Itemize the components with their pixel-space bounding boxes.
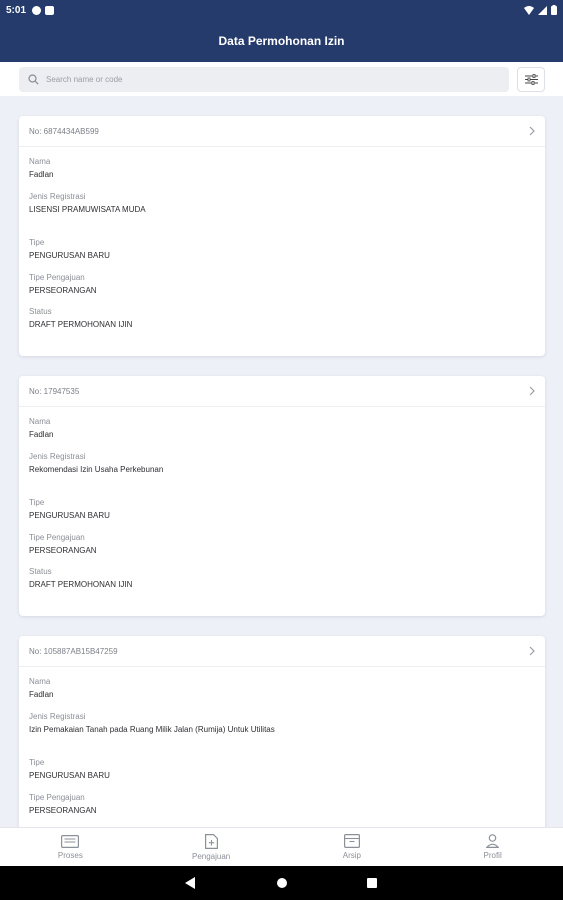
field-value: PERSEORANGAN xyxy=(29,286,97,295)
field-value: LISENSI PRAMUWISATA MUDA xyxy=(29,205,146,214)
search-input[interactable] xyxy=(46,75,466,84)
nav-item-arsip[interactable]: Arsip xyxy=(282,828,423,866)
app-notification-icon xyxy=(32,5,42,15)
card-header[interactable]: No: 17947535 xyxy=(19,376,545,407)
field-jenis-registrasi: Jenis Registrasi Izin Pemakaian Tanah pa… xyxy=(29,712,275,735)
nav-item-pengajuan[interactable]: Pengajuan xyxy=(141,828,282,866)
permit-card[interactable]: No: 17947535 Nama Fadlan Jenis Registras… xyxy=(19,376,545,616)
nav-label: Proses xyxy=(57,850,83,860)
system-nav-bar xyxy=(0,866,563,900)
field-label: Tipe xyxy=(29,498,45,507)
field-value: DRAFT PERMOHONAN IJIN xyxy=(29,580,133,589)
status-bar: 5:01 xyxy=(0,0,563,20)
battery-icon xyxy=(551,5,557,15)
field-value: PERSEORANGAN xyxy=(29,806,97,815)
field-value: PENGURUSAN BARU xyxy=(29,251,110,260)
field-status: Status DRAFT PERMOHONAN IJIN xyxy=(29,307,132,330)
field-label: Status xyxy=(29,307,52,316)
status-time: 5:01 xyxy=(6,4,27,16)
field-tipe: Tipe PENGURUSAN BARU xyxy=(29,238,110,261)
nav-label: Arsip xyxy=(342,851,361,860)
back-icon[interactable] xyxy=(185,877,195,889)
field-label: Nama xyxy=(29,677,51,686)
field-value: DRAFT PERMOHONAN IJIN xyxy=(29,320,133,329)
recent-apps-icon[interactable] xyxy=(367,878,377,888)
signal-icon xyxy=(538,5,547,15)
field-value: PERSEORANGAN xyxy=(29,546,97,555)
nav-item-profil[interactable]: Profil xyxy=(422,828,563,866)
search-box[interactable] xyxy=(19,67,509,92)
inbox-icon xyxy=(61,834,80,848)
field-label: Tipe xyxy=(29,238,45,247)
card-header[interactable]: No: 105887AB15B47259 xyxy=(19,636,545,667)
permit-number: No: 6874434AB599 xyxy=(29,126,99,136)
nav-label: Pengajuan xyxy=(191,851,231,861)
file-add-icon xyxy=(204,833,218,849)
field-jenis-registrasi: Jenis Registrasi Rekomendasi Izin Usaha … xyxy=(29,452,163,475)
field-label: Tipe Pengajuan xyxy=(29,273,85,282)
sd-card-icon xyxy=(45,5,55,15)
field-value: Izin Pemakaian Tanah pada Ruang Milik Ja… xyxy=(29,725,275,734)
card-header[interactable]: No: 6874434AB599 xyxy=(19,116,545,147)
field-tipe: Tipe PENGURUSAN BARU xyxy=(29,758,110,781)
field-label: Tipe Pengajuan xyxy=(29,533,85,542)
archive-icon xyxy=(343,834,360,848)
chevron-right-icon[interactable] xyxy=(529,386,535,396)
field-label: Status xyxy=(29,567,52,576)
field-value: PENGURUSAN BARU xyxy=(29,771,110,780)
field-label: Jenis Registrasi xyxy=(29,712,86,721)
page-title: Data Permohonan Izin xyxy=(218,34,345,48)
app-bar: Data Permohonan Izin xyxy=(0,20,563,62)
field-jenis-registrasi: Jenis Registrasi LISENSI PRAMUWISATA MUD… xyxy=(29,192,146,215)
field-value: Fadlan xyxy=(29,690,54,699)
field-label: Nama xyxy=(29,157,51,166)
bottom-nav: Proses Pengajuan Arsip Profil xyxy=(0,827,563,866)
permit-number: No: 105887AB15B47259 xyxy=(29,646,118,656)
field-tipe-pengajuan: Tipe Pengajuan PERSEORANGAN xyxy=(29,793,97,816)
field-label: Tipe xyxy=(29,758,45,767)
field-label: Tipe Pengajuan xyxy=(29,793,85,802)
field-value: Fadlan xyxy=(29,170,54,179)
field-label: Jenis Registrasi xyxy=(29,192,86,201)
nav-label: Profil xyxy=(483,851,502,860)
field-label: Nama xyxy=(29,417,51,426)
home-icon[interactable] xyxy=(277,878,287,888)
field-tipe: Tipe PENGURUSAN BARU xyxy=(29,498,110,521)
permit-card[interactable]: No: 105887AB15B47259 Nama Fadlan Jenis R… xyxy=(19,636,545,836)
permit-number: No: 17947535 xyxy=(29,386,80,396)
filter-sliders-icon xyxy=(524,74,538,85)
permit-card[interactable]: No: 6874434AB599 Nama Fadlan Jenis Regis… xyxy=(19,116,545,356)
field-value: Rekomendasi Izin Usaha Perkebunan xyxy=(29,465,164,474)
field-nama: Nama Fadlan xyxy=(29,157,53,180)
field-nama: Nama Fadlan xyxy=(29,417,53,440)
chevron-right-icon[interactable] xyxy=(529,126,535,136)
field-label: Jenis Registrasi xyxy=(29,452,86,461)
field-value: PENGURUSAN BARU xyxy=(29,511,110,520)
search-row xyxy=(0,62,563,96)
field-nama: Nama Fadlan xyxy=(29,677,53,700)
field-tipe-pengajuan: Tipe Pengajuan PERSEORANGAN xyxy=(29,273,97,296)
field-tipe-pengajuan: Tipe Pengajuan PERSEORANGAN xyxy=(29,533,97,556)
nav-item-proses[interactable]: Proses xyxy=(0,828,141,866)
filter-button[interactable] xyxy=(517,67,545,92)
wifi-icon xyxy=(524,5,534,15)
field-value: Fadlan xyxy=(29,430,54,439)
field-status: Status DRAFT PERMOHONAN IJIN xyxy=(29,567,132,590)
chevron-right-icon[interactable] xyxy=(529,646,535,656)
user-icon xyxy=(486,834,500,848)
search-icon xyxy=(28,74,39,85)
